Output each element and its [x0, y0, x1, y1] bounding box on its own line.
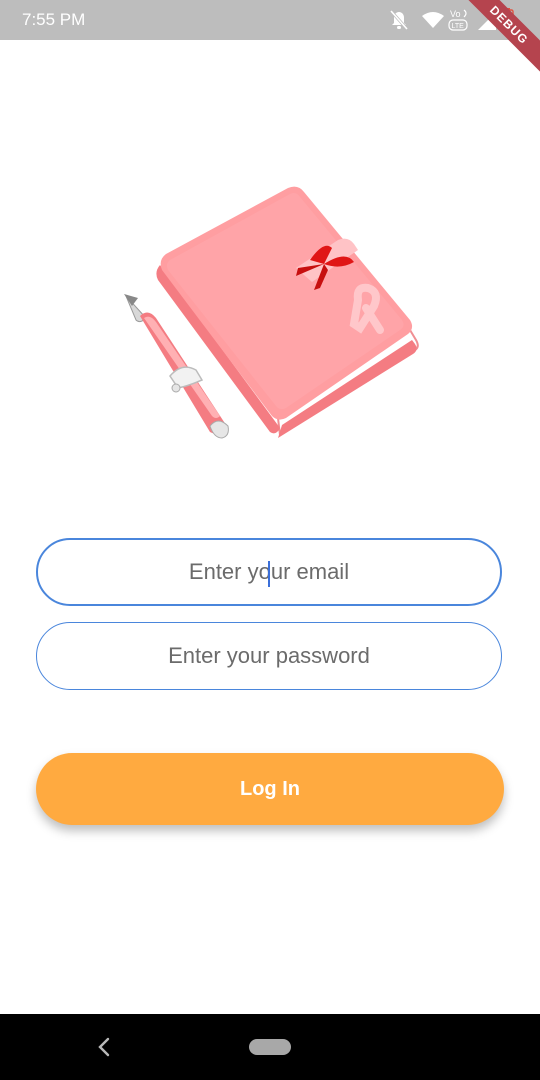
- notebook-pen-illustration: [124, 186, 419, 439]
- login-button-label: Log In: [240, 777, 300, 800]
- volte-icon: Vo LTE: [448, 9, 468, 31]
- svg-text:LTE: LTE: [452, 23, 465, 30]
- home-pill-icon[interactable]: [249, 1039, 291, 1055]
- wifi-icon: [422, 12, 444, 28]
- svg-text:Vo: Vo: [450, 9, 461, 19]
- notifications-off-icon: [389, 10, 409, 30]
- status-bar: 7:55 PM Vo LTE: [0, 0, 540, 40]
- password-placeholder: Enter your password: [168, 643, 370, 668]
- login-button[interactable]: Log In: [36, 753, 504, 825]
- status-time: 7:55 PM: [22, 10, 86, 29]
- password-field[interactable]: Enter your password: [36, 622, 502, 690]
- text-cursor: [268, 561, 270, 587]
- back-icon[interactable]: [96, 1036, 112, 1058]
